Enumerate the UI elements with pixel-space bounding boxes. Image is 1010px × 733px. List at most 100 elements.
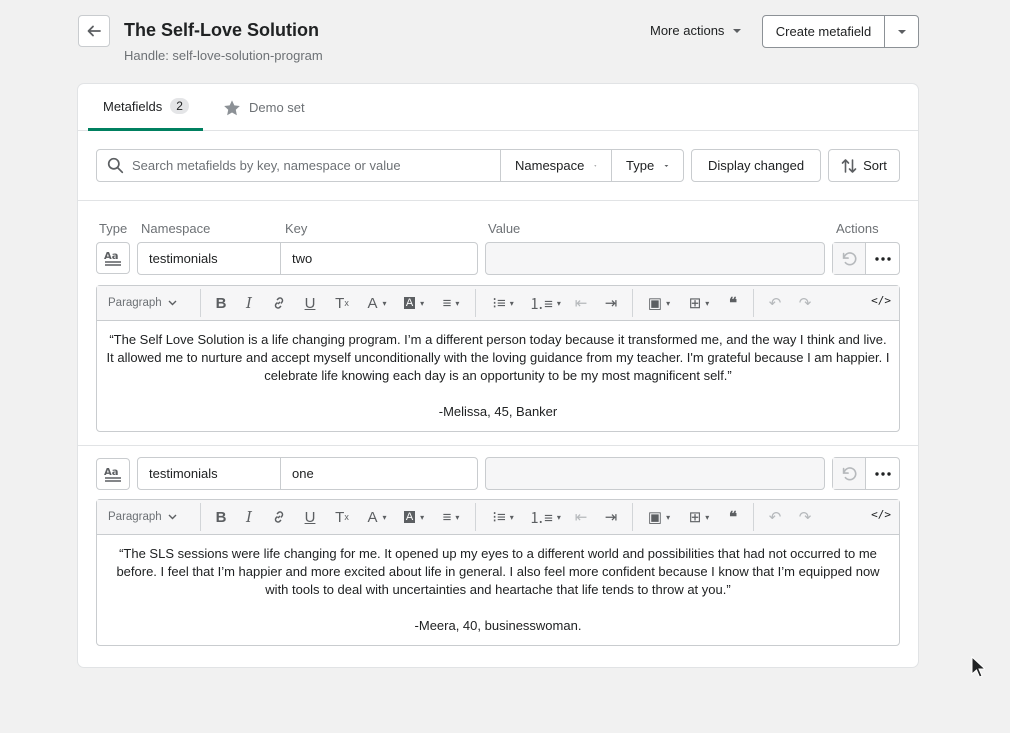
column-namespace: Namespace <box>141 221 211 236</box>
revert-button[interactable] <box>833 243 867 274</box>
undo-icon <box>842 466 857 480</box>
create-metafield-button[interactable]: Create metafield <box>763 16 885 47</box>
bullet-list-icon[interactable]: ⁝≡ ▾ <box>482 505 524 529</box>
undo-icon <box>842 251 857 265</box>
column-key: Key <box>285 221 308 236</box>
indent-icon[interactable]: ⇥ <box>596 291 626 315</box>
toolbar-divider <box>632 289 633 317</box>
toolbar-divider <box>753 503 754 531</box>
rich-text-type-icon[interactable]: Aa <box>96 458 130 490</box>
table-icon[interactable]: ⊞ ▾ <box>679 291 719 315</box>
toolbar-divider <box>475 503 476 531</box>
rich-text-editor: Paragraph B I U Tx A ▾ A ▾ ≡ ▾ ⁝≡ ▾ ⒈≡ ▾ ⇤ ⇥ … <box>96 285 900 432</box>
metafield-row: Aa testimonials one Paragraph B I U T x … <box>78 445 918 667</box>
display-changed-button[interactable]: Display changed <box>691 149 821 182</box>
page-title: The Self-Love Solution <box>124 20 320 40</box>
key-field[interactable]: one <box>280 457 478 490</box>
more-button[interactable] <box>866 243 899 274</box>
italic-icon[interactable]: I <box>235 291 263 315</box>
column-type: Type <box>99 221 128 236</box>
link-icon[interactable] <box>263 291 295 315</box>
caret-down-icon <box>664 164 669 167</box>
sort-button[interactable]: Sort <box>828 149 900 182</box>
code-view-icon[interactable]: </> <box>871 294 891 307</box>
toolbar-divider <box>753 289 754 317</box>
arrow-left-icon <box>87 25 101 37</box>
quote-icon[interactable]: ❝ <box>719 291 747 315</box>
toolbar-divider <box>475 289 476 317</box>
paragraph-select[interactable]: Paragraph <box>108 511 194 523</box>
more-button[interactable] <box>866 458 899 489</box>
underline-icon[interactable]: U <box>295 505 325 529</box>
more-actions-label: More actions <box>650 23 725 38</box>
search-placeholder: Search metafields by key, namespace or v… <box>132 158 401 173</box>
rich-text-type-icon[interactable]: Aa <box>96 242 130 274</box>
namespace-field[interactable]: testimonials <box>137 457 281 490</box>
namespace-filter[interactable]: Namespace <box>500 149 612 182</box>
type-filter-label: Type <box>626 158 655 173</box>
editor-toolbar: Paragraph B I U Tx A ▾ A ▾ ≡ ▾ ⁝≡ ▾ ⒈≡ ▾ ⇤ ⇥ … <box>97 286 899 321</box>
testimonial-text: “The SLS sessions were life changing for… <box>116 546 880 597</box>
outdent-icon[interactable]: ⇤ <box>566 291 596 315</box>
caret-down-icon <box>733 28 742 33</box>
type-filter[interactable]: Type <box>611 149 684 182</box>
tab-metafields-label: Metafields <box>103 98 163 114</box>
outdent-icon[interactable]: ⇤ <box>566 505 596 529</box>
rich-text-editor: Paragraph B I U Tx A ▾ A ▾ ≡ ▾ ⁝≡ ▾ ⒈≡ ▾ ⇤ ⇥ … <box>96 499 900 646</box>
underline-icon[interactable]: U <box>295 291 325 315</box>
tab-metafields[interactable]: Metafields 2 <box>88 84 203 131</box>
key-field[interactable]: two <box>280 242 478 275</box>
toolbar-divider <box>200 503 201 531</box>
undo-icon[interactable]: ↶ <box>760 505 790 529</box>
align-icon[interactable]: ≡ ▾ <box>433 505 469 529</box>
text-type-icon: Aa <box>104 467 121 482</box>
table-icon[interactable]: ⊞ ▾ <box>679 505 719 529</box>
numbered-list-icon[interactable]: ⒈≡ ▾ <box>524 505 566 529</box>
clear-format-icon[interactable]: Tx <box>325 505 359 529</box>
text-color-icon[interactable]: A ▾ <box>359 505 395 529</box>
value-field[interactable] <box>485 242 825 275</box>
bullet-list-icon[interactable]: ⁝≡ ▾ <box>482 291 524 315</box>
caret-down-icon <box>594 164 597 167</box>
paragraph-label: Paragraph <box>108 511 162 523</box>
more-actions-button[interactable]: More actions <box>650 23 742 38</box>
paragraph-select[interactable]: Paragraph <box>108 297 194 309</box>
link-icon[interactable] <box>263 505 295 529</box>
indent-icon[interactable]: ⇥ <box>596 505 626 529</box>
highlight-color-icon[interactable]: A ▾ <box>395 505 433 529</box>
numbered-list-icon[interactable]: ⒈≡ ▾ <box>524 291 566 315</box>
align-icon[interactable]: ≡ ▾ <box>433 291 469 315</box>
paragraph-label: Paragraph <box>108 297 162 309</box>
tab-demo-set[interactable]: Demo set <box>223 84 305 131</box>
column-value: Value <box>488 221 521 236</box>
bold-icon[interactable]: B <box>207 291 235 315</box>
tab-bar: Metafields 2 Demo set <box>78 84 918 131</box>
namespace-field[interactable]: testimonials <box>137 242 281 275</box>
testimonial-text: “The Self Love Solution is a life changi… <box>106 332 890 383</box>
chevron-down-icon <box>168 514 177 520</box>
italic-icon[interactable]: I <box>235 505 263 529</box>
create-metafield-dropdown[interactable] <box>885 16 918 47</box>
metafields-card: Metafields 2 Demo set Search metafields … <box>78 84 918 667</box>
highlight-color-icon[interactable]: A ▾ <box>395 291 433 315</box>
bold-icon[interactable]: B <box>207 505 235 529</box>
editor-content[interactable]: “The SLS sessions were life changing for… <box>97 535 899 645</box>
search-input[interactable]: Search metafields by key, namespace or v… <box>96 149 501 182</box>
editor-toolbar: Paragraph B I U Tx A ▾ A ▾ ≡ ▾ ⁝≡ ▾ ⒈≡ ▾ ⇤ ⇥ … <box>97 500 899 535</box>
media-icon[interactable]: ▣ ▾ <box>639 291 679 315</box>
redo-icon[interactable]: ↷ <box>790 505 820 529</box>
clear-format-icon[interactable]: Tx <box>325 291 359 315</box>
undo-icon[interactable]: ↶ <box>760 291 790 315</box>
text-color-icon[interactable]: A ▾ <box>359 291 395 315</box>
code-view-icon[interactable]: </> <box>871 508 891 521</box>
tab-count-badge: 2 <box>170 98 189 114</box>
tab-demo-set-label: Demo set <box>249 100 305 115</box>
revert-button[interactable] <box>833 458 867 489</box>
back-button[interactable] <box>78 15 110 47</box>
media-icon[interactable]: ▣ ▾ <box>639 505 679 529</box>
value-field[interactable] <box>485 457 825 490</box>
editor-content[interactable]: “The Self Love Solution is a life changi… <box>97 321 899 431</box>
quote-icon[interactable]: ❝ <box>719 505 747 529</box>
redo-icon[interactable]: ↷ <box>790 291 820 315</box>
text-type-icon: Aa <box>104 251 121 266</box>
